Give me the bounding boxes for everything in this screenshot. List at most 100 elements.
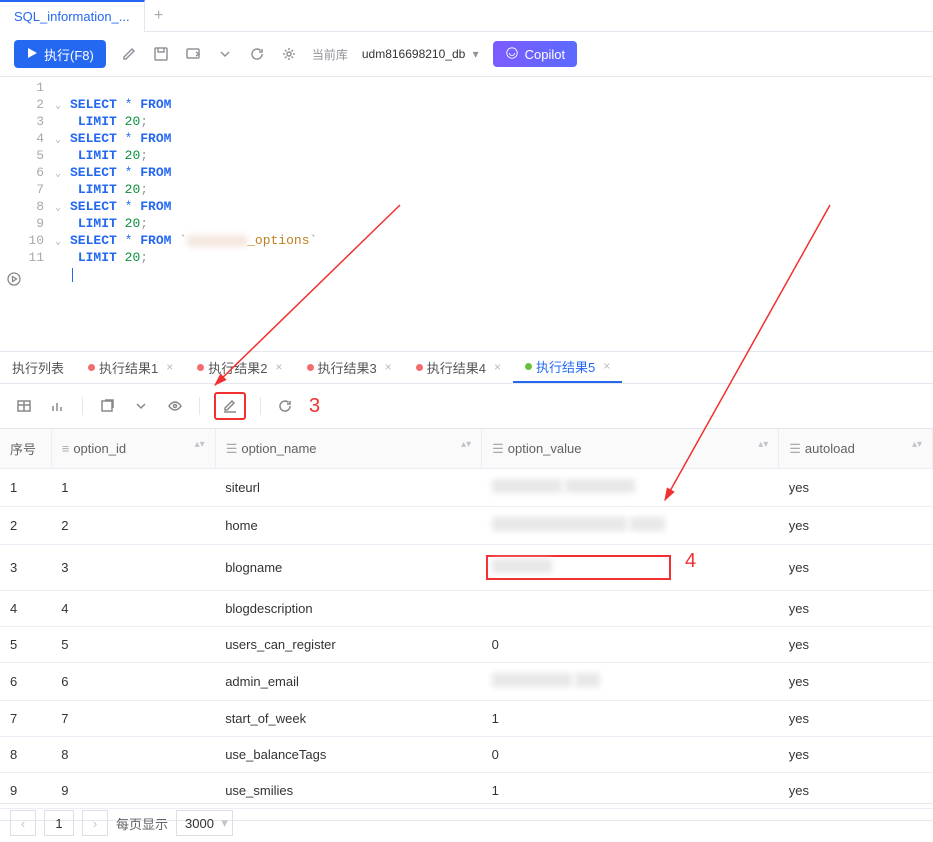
cell-option-name: users_can_register — [215, 627, 481, 663]
per-page-select[interactable]: 3000 — [176, 810, 233, 836]
cell-option-value — [482, 469, 779, 507]
cell-option-id: 6 — [51, 663, 215, 701]
sort-icon[interactable]: ▴▾ — [912, 441, 922, 449]
main-toolbar: 执行(F8) 当前库 udm816698210_db ▾ Copilot — [0, 32, 933, 77]
status-dot — [307, 364, 314, 371]
table-row[interactable]: 88use_balanceTags0yes — [0, 737, 933, 773]
table-icon[interactable] — [14, 396, 34, 416]
pagination: ‹ 1 › 每页显示 3000 — [0, 803, 933, 842]
popup-icon[interactable] — [97, 396, 117, 416]
cell-option-name: use_balanceTags — [215, 737, 481, 773]
cell-option-name: start_of_week — [215, 701, 481, 737]
run-button[interactable]: 执行(F8) — [14, 40, 106, 68]
dropdown-icon[interactable] — [216, 45, 234, 63]
result-tabs: 执行列表 执行结果1×执行结果2×执行结果3×执行结果4×执行结果5× — [0, 352, 933, 384]
result-tab-list[interactable]: 执行列表 — [0, 351, 76, 383]
chevron-down-icon: ▾ — [473, 47, 479, 61]
file-tab-label: SQL_information_... — [14, 9, 130, 24]
cell-option-id: 8 — [51, 737, 215, 773]
text-col-icon: ☰ — [226, 441, 238, 456]
status-dot — [416, 364, 423, 371]
sql-editor[interactable]: 12⌄34⌄56⌄78⌄910⌄11 SELECT * FROM LIMIT 2… — [0, 77, 933, 352]
cell-option-name: blogdescription — [215, 591, 481, 627]
page-number[interactable]: 1 — [44, 810, 74, 836]
dropdown2-icon[interactable] — [131, 396, 151, 416]
table-row[interactable]: 44blogdescriptionyes — [0, 591, 933, 627]
prev-page[interactable]: ‹ — [10, 810, 36, 836]
cell-option-value — [482, 507, 779, 545]
col-seq[interactable]: 序号 — [0, 429, 51, 469]
cell-seq: 1 — [0, 469, 51, 507]
copilot-button[interactable]: Copilot — [493, 41, 577, 67]
col-autoload[interactable]: ☰autoload▴▾ — [779, 429, 933, 469]
numeric-col-icon: ≡ — [62, 441, 70, 456]
cell-option-name: blogname — [215, 545, 481, 591]
col-option-name[interactable]: ☰option_name▴▾ — [215, 429, 481, 469]
close-icon[interactable]: × — [166, 360, 173, 374]
cell-autoload: yes — [779, 545, 933, 591]
chart-icon[interactable] — [48, 396, 68, 416]
table-row[interactable]: 66admin_email yes — [0, 663, 933, 701]
file-tab-active[interactable]: SQL_information_... — [0, 0, 145, 32]
copilot-label: Copilot — [525, 47, 565, 62]
col-option-id[interactable]: ≡option_id▴▾ — [51, 429, 215, 469]
run-label: 执行(F8) — [44, 45, 94, 64]
result-tab[interactable]: 执行结果5× — [513, 351, 622, 383]
cell-autoload: yes — [779, 469, 933, 507]
result-tab[interactable]: 执行结果2× — [185, 351, 294, 383]
cell-autoload: yes — [779, 737, 933, 773]
sort-icon[interactable]: ▴▾ — [758, 441, 768, 449]
cell-option-name: siteurl — [215, 469, 481, 507]
sort-icon[interactable]: ▴▾ — [195, 441, 205, 449]
run-line-icon[interactable] — [7, 272, 21, 290]
eye-icon[interactable] — [165, 396, 185, 416]
close-icon[interactable]: × — [276, 360, 283, 374]
export-icon[interactable] — [184, 45, 202, 63]
cell-seq: 5 — [0, 627, 51, 663]
gutter: 12⌄34⌄56⌄78⌄910⌄11 — [18, 77, 50, 351]
annotation-3-target — [214, 392, 246, 420]
result-tab[interactable]: 执行结果4× — [404, 351, 513, 383]
status-dot — [197, 364, 204, 371]
table-row[interactable]: 22home yes — [0, 507, 933, 545]
file-tab-add[interactable]: + — [145, 7, 173, 25]
per-page-label: 每页显示 — [116, 814, 168, 833]
code-area[interactable]: SELECT * FROM LIMIT 20;SELECT * FROM LIM… — [50, 77, 317, 351]
close-icon[interactable]: × — [385, 360, 392, 374]
refresh-icon[interactable] — [248, 45, 266, 63]
result-toolbar: 3 — [0, 384, 933, 429]
gear-icon[interactable] — [280, 45, 298, 63]
annotation-4-label: 4 — [685, 550, 696, 573]
table-row[interactable]: 11siteurl yes — [0, 469, 933, 507]
reload-icon[interactable] — [275, 396, 295, 416]
sort-icon[interactable]: ▴▾ — [461, 441, 471, 449]
table-row[interactable]: 33blognameyes — [0, 545, 933, 591]
cell-option-value: 0 — [482, 627, 779, 663]
cell-option-value — [482, 591, 779, 627]
cell-option-value — [482, 545, 779, 591]
text-col-icon: ☰ — [789, 441, 801, 456]
table-row[interactable]: 77start_of_week1yes — [0, 701, 933, 737]
text-col-icon: ☰ — [492, 441, 504, 456]
cell-option-value: 1 — [482, 701, 779, 737]
col-option-value[interactable]: ☰option_value▴▾ — [482, 429, 779, 469]
db-selector[interactable]: udm816698210_db ▾ — [362, 47, 479, 61]
cell-autoload: yes — [779, 627, 933, 663]
save-icon[interactable] — [152, 45, 170, 63]
result-tab[interactable]: 执行结果1× — [76, 351, 185, 383]
cell-option-id: 4 — [51, 591, 215, 627]
cell-seq: 2 — [0, 507, 51, 545]
table-row[interactable]: 55users_can_register0yes — [0, 627, 933, 663]
cell-option-name: admin_email — [215, 663, 481, 701]
close-icon[interactable]: × — [603, 359, 610, 373]
result-tab[interactable]: 执行结果3× — [295, 351, 404, 383]
cell-option-value — [482, 663, 779, 701]
pencil-underline-icon[interactable] — [220, 396, 240, 416]
cell-seq: 6 — [0, 663, 51, 701]
cell-option-id: 5 — [51, 627, 215, 663]
edit-icon[interactable] — [120, 45, 138, 63]
cell-autoload: yes — [779, 507, 933, 545]
cell-option-id: 3 — [51, 545, 215, 591]
close-icon[interactable]: × — [494, 360, 501, 374]
next-page[interactable]: › — [82, 810, 108, 836]
